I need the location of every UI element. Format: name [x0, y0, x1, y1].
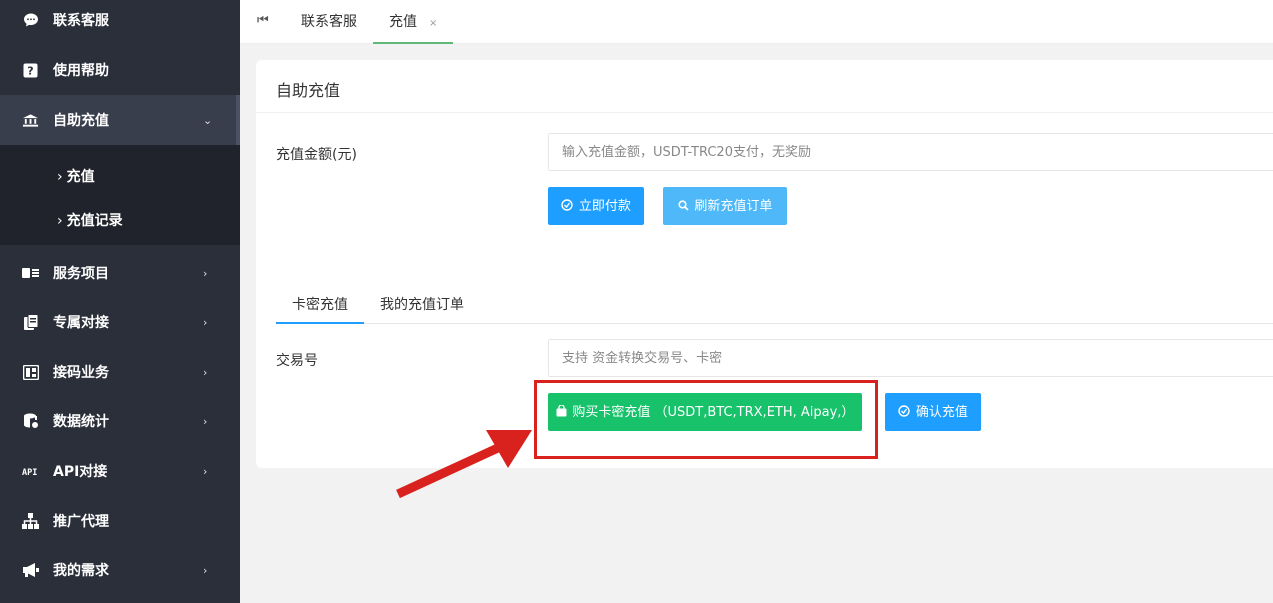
check-circle-icon: [898, 405, 914, 419]
chevron-right-icon: ›: [57, 213, 63, 229]
chevron-right-icon: ›: [203, 414, 208, 428]
sitemap-icon: [22, 513, 39, 530]
api-icon: API: [22, 463, 39, 480]
tab-customer-service[interactable]: 联系客服: [301, 0, 357, 44]
tab-home-icon[interactable]: ⏮: [257, 13, 269, 28]
sidebar-item-label: 专属对接: [53, 315, 109, 331]
sidebar-item-customer-service[interactable]: 联系客服: [0, 0, 240, 45]
chevron-right-icon: ›: [203, 563, 208, 577]
sidebar-item-help[interactable]: ? 使用帮助: [0, 45, 240, 95]
submenu-item-label: 充值: [66, 169, 95, 185]
subtab-my-orders[interactable]: 我的充值订单: [380, 294, 464, 314]
chevron-right-icon: ›: [57, 169, 63, 185]
document-icon: [22, 313, 39, 331]
sidebar-item-services[interactable]: 服务项目 ›: [0, 248, 240, 298]
sidebar-item-label: 数据统计: [53, 414, 109, 430]
sidebar-item-self-recharge[interactable]: 自助充值 ⌄: [0, 95, 240, 145]
button-label: 确认充值: [915, 405, 968, 420]
subtab-card-recharge[interactable]: 卡密充值: [292, 294, 348, 314]
submenu-item-recharge-history[interactable]: › 充值记录: [57, 210, 123, 230]
sidebar-item-api[interactable]: API API对接 ›: [0, 446, 240, 496]
chat-bubble-icon: [22, 12, 39, 29]
close-icon[interactable]: ×: [429, 18, 437, 29]
search-icon: [677, 199, 693, 213]
button-label: 刷新充值订单: [694, 199, 773, 214]
chevron-right-icon: ›: [203, 365, 208, 379]
sidebar-item-promotion[interactable]: 推广代理: [0, 496, 240, 546]
amount-label: 充值金额(元): [276, 147, 357, 163]
sidebar-item-label: 自助充值: [53, 113, 109, 129]
svg-text:API: API: [22, 468, 37, 476]
megaphone-icon: [22, 562, 39, 579]
sidebar-item-label: 联系客服: [53, 13, 109, 29]
sidebar-item-statistics[interactable]: 数据统计 ›: [0, 396, 240, 446]
sidebar: 联系客服 ? 使用帮助 自助充值 ⌄ › 充值 › 充值记录 服务项目 › 专属对接: [0, 0, 240, 603]
bank-icon: [22, 112, 39, 129]
shopping-bag-icon: [556, 404, 571, 419]
pay-now-button[interactable]: 立即付款: [548, 187, 644, 225]
tab-recharge[interactable]: 充值 ×: [373, 0, 454, 44]
amount-input[interactable]: [548, 133, 1273, 171]
active-tab-indicator: [276, 322, 364, 324]
sidebar-item-sms-code[interactable]: 接码业务 ›: [0, 347, 240, 397]
sidebar-item-label: 使用帮助: [53, 63, 109, 79]
divider: [256, 112, 1273, 113]
sidebar-item-label: 我的需求: [53, 563, 109, 579]
card-list-icon: [22, 265, 39, 282]
sidebar-item-label: 接码业务: [53, 365, 109, 381]
tab-label: 充值: [389, 14, 417, 30]
submenu-item-label: 充值记录: [66, 213, 123, 229]
chevron-down-icon: ⌄: [203, 113, 213, 127]
refresh-orders-button[interactable]: 刷新充值订单: [663, 187, 787, 225]
tab-label: 联系客服: [301, 14, 357, 30]
check-circle-icon: [561, 199, 577, 213]
card-title: 自助充值: [276, 81, 341, 100]
submenu-recharge: › 充值 › 充值记录: [0, 145, 240, 245]
confirm-recharge-button[interactable]: 确认充值: [885, 393, 981, 431]
help-icon: ?: [22, 62, 39, 79]
sidebar-item-label: 服务项目: [53, 266, 109, 282]
recharge-card: 自助充值 充值金额(元) 立即付款 刷新充值订单 卡密充值 我的充值订单 交易号…: [256, 60, 1273, 468]
sidebar-item-label: 推广代理: [53, 514, 109, 530]
transaction-label: 交易号: [276, 353, 318, 369]
sidebar-item-label: API对接: [53, 464, 108, 480]
sidebar-item-dedicated[interactable]: 专属对接 ›: [0, 297, 240, 347]
recharge-subtabs: 卡密充值 我的充值订单: [276, 282, 1273, 324]
chevron-right-icon: ›: [203, 266, 208, 280]
tab-bar: ⏮ 联系客服 充值 ×: [240, 0, 1273, 44]
chevron-right-icon: ›: [203, 464, 208, 478]
button-label: 立即付款: [578, 199, 631, 214]
code-grid-icon: [22, 364, 39, 381]
button-label: 购买卡密充值 （USDT,BTC,TRX,ETH, Aipay,）: [572, 405, 855, 420]
sidebar-item-my-requests[interactable]: 我的需求 ›: [0, 545, 240, 595]
chevron-right-icon: ›: [203, 315, 208, 329]
transaction-input[interactable]: [548, 339, 1273, 377]
submenu-item-recharge[interactable]: › 充值: [57, 166, 95, 186]
buy-card-key-button[interactable]: 购买卡密充值 （USDT,BTC,TRX,ETH, Aipay,）: [548, 393, 862, 431]
svg-text:?: ?: [27, 64, 33, 77]
database-icon: [22, 413, 39, 430]
